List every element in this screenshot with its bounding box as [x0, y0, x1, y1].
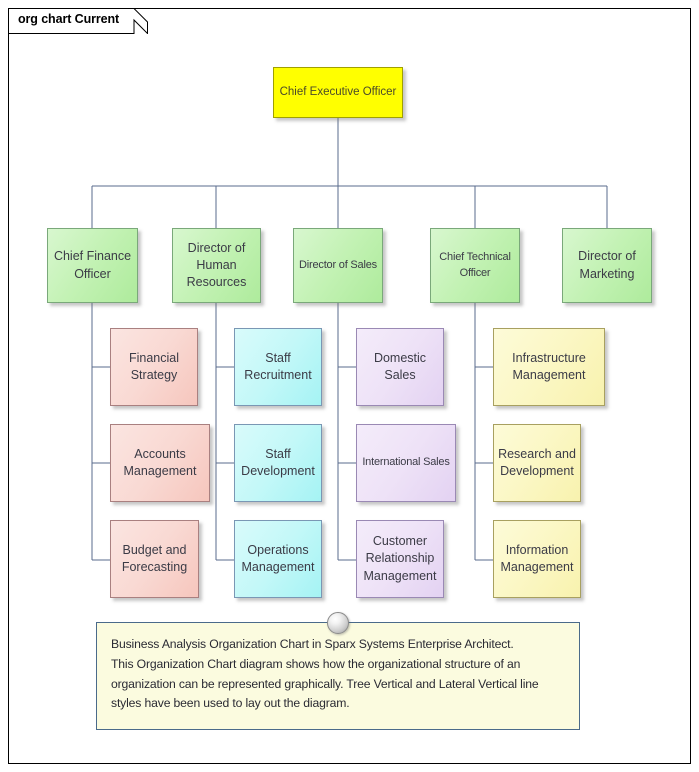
- node-label: Staff Development: [241, 446, 315, 478]
- node-label: Director of Marketing: [578, 249, 636, 281]
- node-director-of-human-resources[interactable]: Director of Human Resources: [172, 228, 261, 303]
- note-line: Business Analysis Organization Chart in …: [111, 637, 514, 651]
- diagram-tab[interactable]: org chart Current: [8, 8, 148, 34]
- node-label: Operations Management: [241, 542, 315, 574]
- node-label: Information Management: [500, 542, 574, 574]
- node-label: Chief Executive Officer: [279, 85, 397, 98]
- node-chief-finance-officer[interactable]: Chief Finance Officer: [47, 228, 138, 303]
- node-label: Director of Human Resources: [186, 240, 247, 290]
- node-label: Chief Finance Officer: [53, 249, 132, 281]
- diagram-note[interactable]: Business Analysis Organization Chart in …: [96, 622, 580, 730]
- node-label: Accounts Management: [123, 446, 197, 478]
- node-label: Director of Sales: [299, 258, 377, 271]
- node-label: Financial Strategy: [128, 350, 180, 382]
- node-label: Research and Development: [498, 446, 576, 478]
- node-budget-and-forecasting[interactable]: Budget and Forecasting: [110, 520, 199, 598]
- node-staff-development[interactable]: Staff Development: [234, 424, 322, 502]
- node-chief-executive-officer[interactable]: Chief Executive Officer: [273, 67, 403, 118]
- node-international-sales[interactable]: International Sales: [356, 424, 456, 502]
- node-research-and-development[interactable]: Research and Development: [493, 424, 581, 502]
- node-infrastructure-management[interactable]: Infrastructure Management: [493, 328, 605, 406]
- node-director-of-sales[interactable]: Director of Sales: [293, 228, 383, 303]
- note-line: styles have been used to lay out the dia…: [111, 696, 350, 711]
- note-line: This Organization Chart diagram shows ho…: [111, 656, 521, 671]
- node-label: Infrastructure Management: [512, 350, 586, 382]
- node-label: Domestic Sales: [373, 350, 427, 382]
- diagram-page: org chart Current Chief Executive Office…: [0, 0, 699, 772]
- node-chief-technical-officer[interactable]: Chief Technical Officer: [430, 228, 520, 303]
- node-customer-relationship-management[interactable]: Customer Relationship Management: [356, 520, 444, 598]
- node-accounts-management[interactable]: Accounts Management: [110, 424, 210, 502]
- node-financial-strategy[interactable]: Financial Strategy: [110, 328, 198, 406]
- node-label: Chief Technical Officer: [439, 251, 511, 279]
- node-label: Budget and Forecasting: [121, 542, 188, 574]
- node-information-management[interactable]: Information Management: [493, 520, 581, 598]
- note-line: organization can be represented graphica…: [111, 676, 539, 691]
- node-director-of-marketing[interactable]: Director of Marketing: [562, 228, 652, 303]
- node-label: Customer Relationship Management: [363, 534, 437, 583]
- node-label: International Sales: [362, 456, 450, 469]
- node-operations-management[interactable]: Operations Management: [234, 520, 322, 598]
- note-anchor-handle-icon[interactable]: [327, 612, 349, 634]
- node-staff-recruitment[interactable]: Staff Recruitment: [234, 328, 322, 406]
- node-domestic-sales[interactable]: Domestic Sales: [356, 328, 444, 406]
- node-label: Staff Recruitment: [244, 350, 312, 382]
- diagram-tab-label: org chart Current: [18, 12, 120, 26]
